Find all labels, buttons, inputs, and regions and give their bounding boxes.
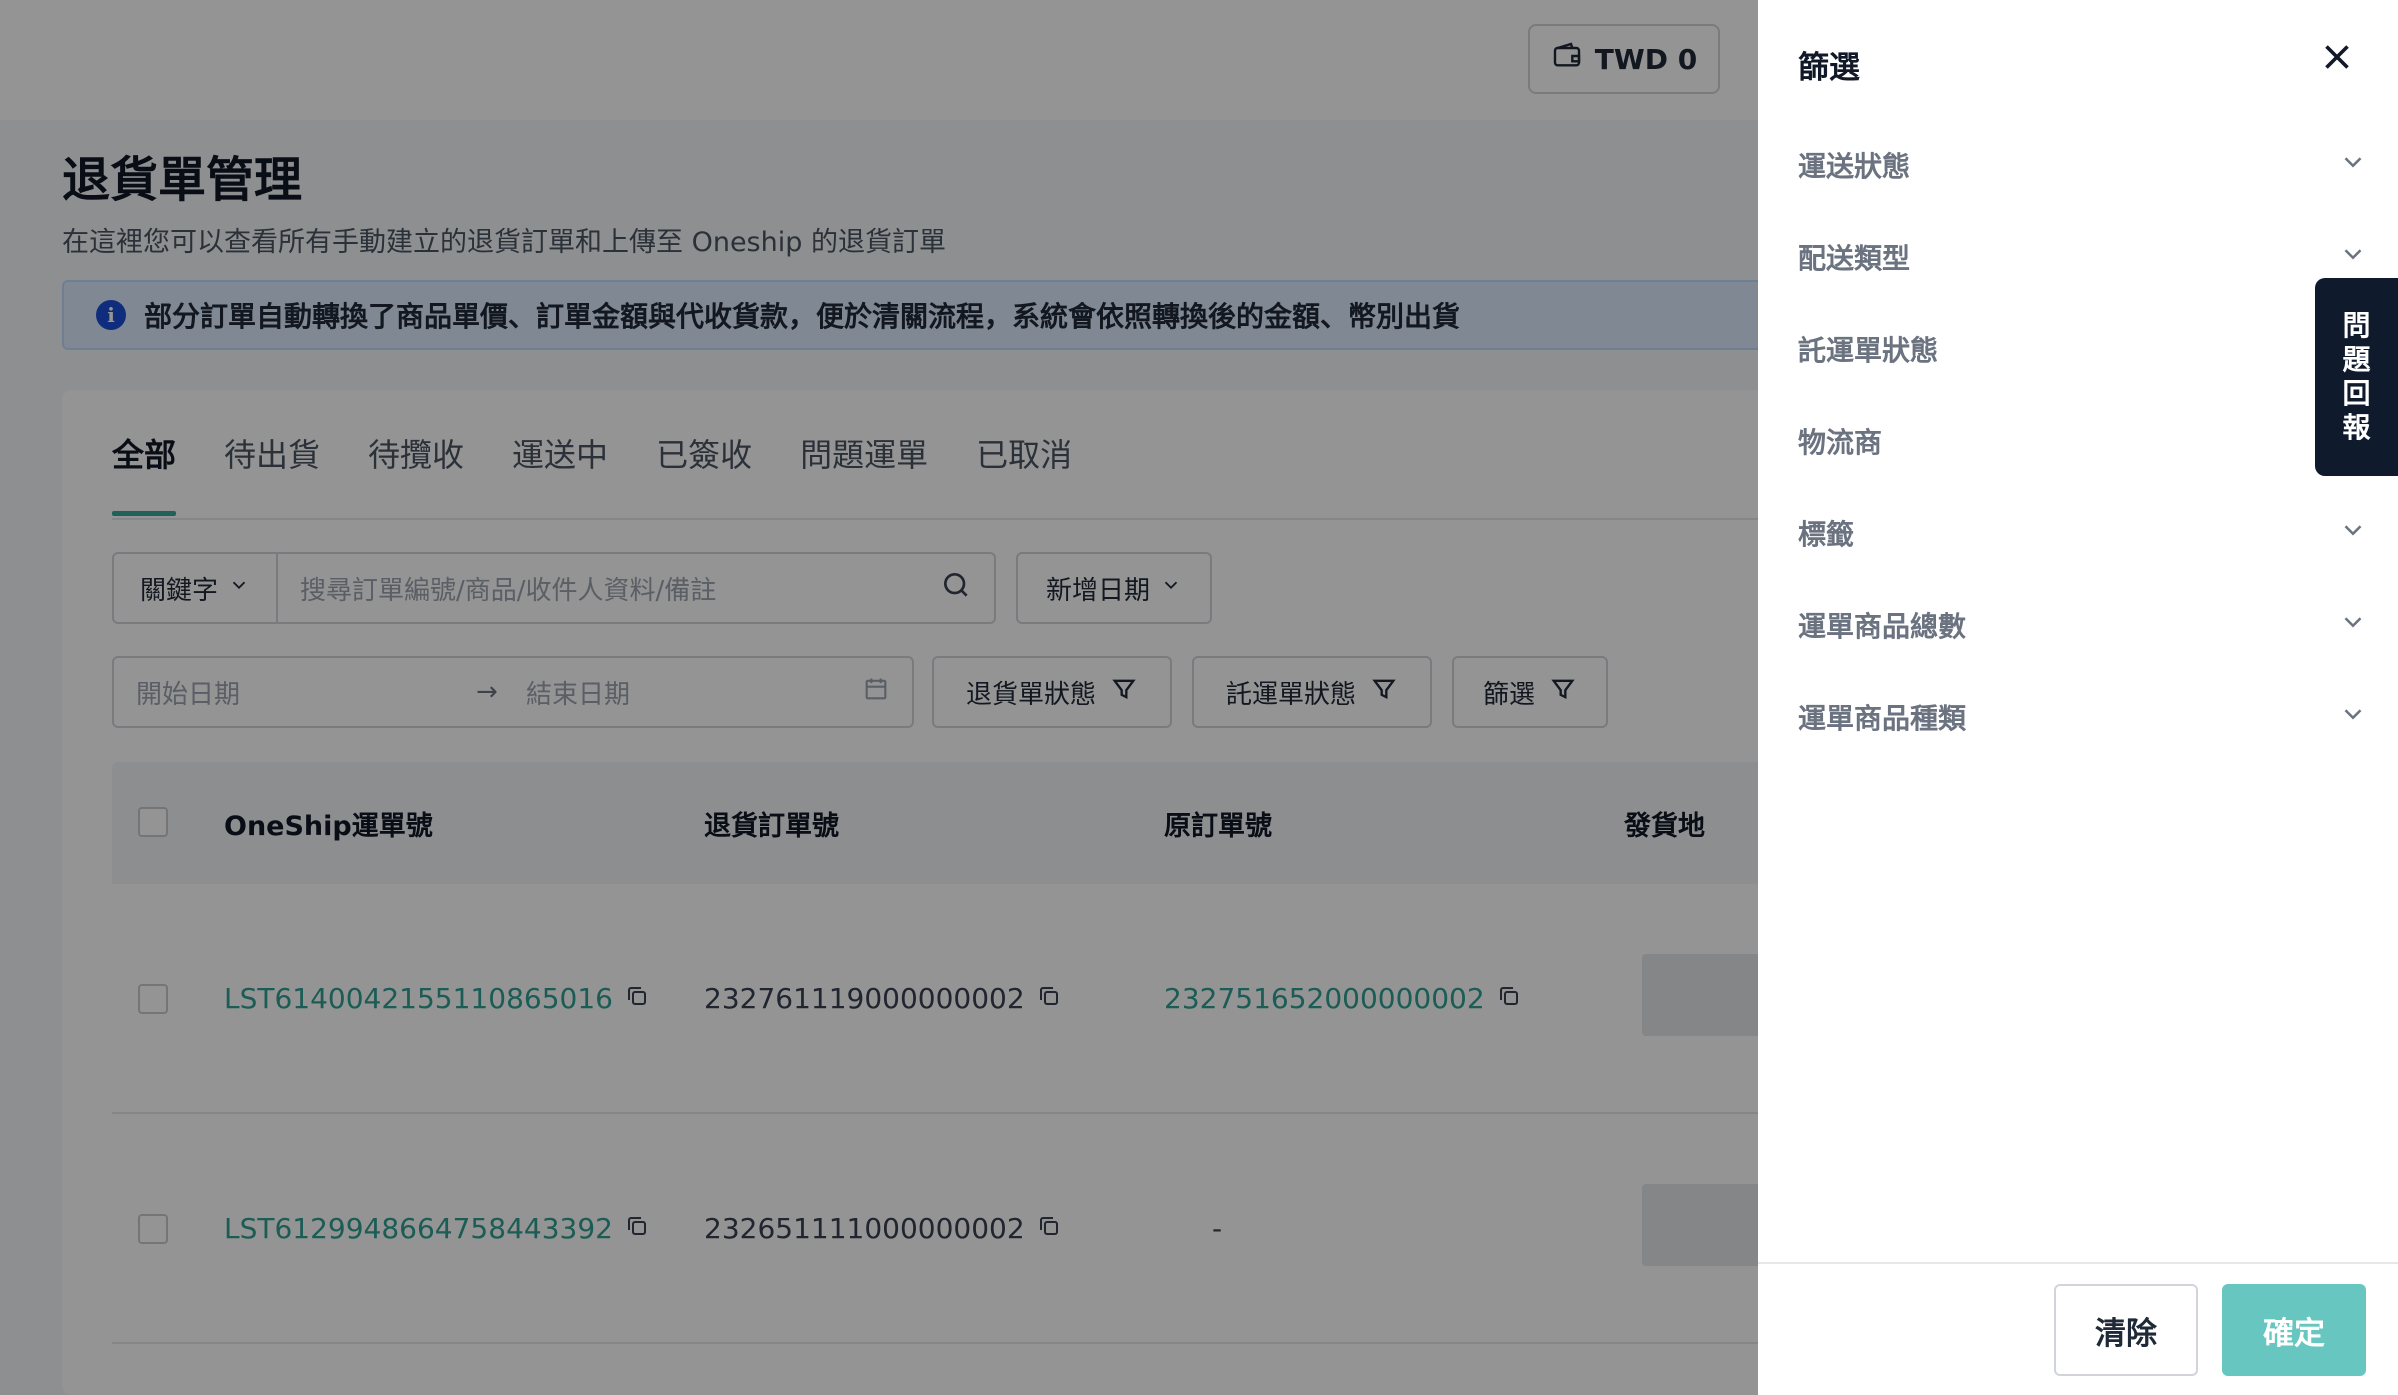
filter-item-label: 配送類型 <box>1798 242 1911 275</box>
filter-item-label: 物流商 <box>1798 426 1883 459</box>
filter-waybill-status[interactable]: 託運單狀態 <box>1798 319 2368 379</box>
close-icon <box>2319 39 2355 79</box>
filter-item-label: 運送狀態 <box>1798 150 1911 183</box>
filter-item-label: 託運單狀態 <box>1798 334 1939 367</box>
chevron-down-icon <box>2338 147 2368 184</box>
drawer-footer: 清除 確定 <box>1758 1262 2398 1395</box>
filter-tags[interactable]: 標籤 <box>1798 503 2368 563</box>
close-button[interactable] <box>2316 38 2358 80</box>
chevron-down-icon <box>2338 515 2368 552</box>
filter-logistics-provider[interactable]: 物流商 <box>1798 411 2368 471</box>
chevron-down-icon <box>2338 607 2368 644</box>
filter-item-total[interactable]: 運單商品總數 <box>1798 595 2368 655</box>
filter-shipping-status[interactable]: 運送狀態 <box>1798 135 2368 195</box>
filter-item-types[interactable]: 運單商品種類 <box>1798 687 2368 747</box>
filter-item-label: 運單商品總數 <box>1798 610 1967 643</box>
drawer-title: 篩選 <box>1798 50 1860 86</box>
clear-button[interactable]: 清除 <box>2054 1284 2198 1376</box>
filter-delivery-type[interactable]: 配送類型 <box>1798 227 2368 287</box>
feedback-label: 問題回報 <box>2342 309 2371 444</box>
filter-drawer: 篩選 運送狀態 配送類型 託運單狀態 物流商 標籤 運單商品總數 運單商品種類 … <box>1758 0 2398 1395</box>
filter-item-label: 標籤 <box>1798 518 1855 551</box>
chevron-down-icon <box>2338 239 2368 276</box>
chevron-down-icon <box>2338 699 2368 736</box>
confirm-button[interactable]: 確定 <box>2222 1284 2366 1376</box>
feedback-button[interactable]: 問題回報 <box>2315 278 2398 476</box>
filter-item-label: 運單商品種類 <box>1798 702 1967 735</box>
